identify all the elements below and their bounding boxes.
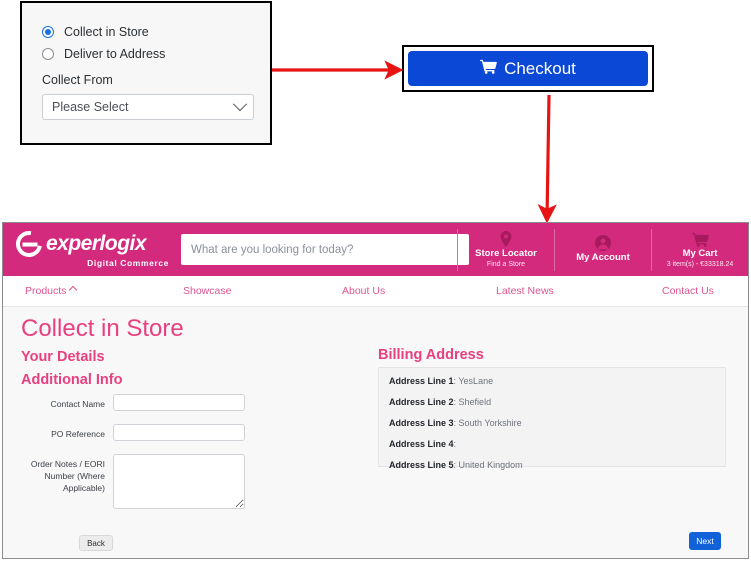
nav-item-latest-news[interactable]: Latest News bbox=[496, 285, 554, 297]
site-header: experlogix Digital Commerce Store Locato… bbox=[3, 223, 748, 276]
collect-from-label: Collect From bbox=[42, 73, 270, 87]
experlogix-e-icon bbox=[11, 226, 47, 262]
address-line: Address Line 2: Shefield bbox=[389, 397, 715, 407]
header-action-store-locator[interactable]: Store Locator Find a Store bbox=[457, 229, 554, 271]
form-row-contact-name: Contact Name bbox=[23, 394, 245, 411]
header-action-title: My Cart bbox=[683, 248, 718, 259]
radio-label-deliver-to-address: Deliver to Address bbox=[64, 47, 165, 61]
nav-item-label: Contact Us bbox=[662, 285, 714, 297]
form-label-order-notes: Order Notes / EORI Number (Where Applica… bbox=[23, 454, 113, 494]
header-action-title: My Account bbox=[576, 252, 629, 263]
shopping-cart-icon bbox=[692, 232, 709, 247]
nav-item-showcase[interactable]: Showcase bbox=[183, 285, 231, 297]
back-button[interactable]: Back bbox=[79, 535, 113, 551]
site-nav: Products Showcase About Us Latest News C… bbox=[3, 276, 748, 307]
nav-item-label: Showcase bbox=[183, 285, 231, 297]
brand-logo[interactable]: experlogix Digital Commerce bbox=[3, 231, 173, 268]
radio-collect-in-store[interactable] bbox=[42, 26, 54, 38]
collect-from-select-value: Please Select bbox=[52, 100, 128, 114]
form-row-order-notes: Order Notes / EORI Number (Where Applica… bbox=[23, 454, 245, 509]
header-action-sub: 3 item(s) - €33318.24 bbox=[667, 261, 734, 268]
collect-from-select[interactable]: Please Select bbox=[42, 94, 254, 120]
nav-item-products[interactable]: Products bbox=[25, 285, 76, 297]
form-label-contact-name: Contact Name bbox=[23, 394, 113, 410]
checkout-button-label: Checkout bbox=[504, 59, 576, 79]
address-line: Address Line 4: bbox=[389, 439, 715, 449]
radio-row-collect-in-store[interactable]: Collect in Store bbox=[42, 21, 270, 43]
section-title-billing-address: Billing Address bbox=[378, 347, 484, 363]
nav-item-label: About Us bbox=[342, 285, 385, 297]
address-line-label: Address Line 2 bbox=[389, 397, 454, 407]
po-reference-input[interactable] bbox=[113, 424, 245, 441]
form-row-po-reference: PO Reference bbox=[23, 424, 245, 441]
chevron-down-icon bbox=[233, 97, 247, 111]
header-action-title: Store Locator bbox=[475, 248, 537, 259]
radio-deliver-to-address[interactable] bbox=[42, 48, 54, 60]
checkout-callout-box: Checkout bbox=[402, 45, 654, 92]
address-line-label: Address Line 5 bbox=[389, 460, 454, 470]
user-account-icon bbox=[595, 235, 611, 251]
delivery-option-panel: Collect in Store Deliver to Address Coll… bbox=[20, 1, 272, 145]
shopping-cart-icon bbox=[480, 59, 497, 79]
address-line: Address Line 5: United Kingdom bbox=[389, 460, 715, 470]
header-action-my-account[interactable]: My Account bbox=[554, 229, 651, 271]
brand-name: experlogix bbox=[46, 232, 146, 256]
radio-row-deliver-to-address[interactable]: Deliver to Address bbox=[42, 43, 270, 65]
nav-item-label: Latest News bbox=[496, 285, 554, 297]
page-title: Collect in Store bbox=[21, 315, 184, 343]
header-actions: Store Locator Find a Store My Account bbox=[457, 223, 748, 276]
section-title-your-details: Your Details bbox=[21, 349, 105, 365]
form-label-po-reference: PO Reference bbox=[23, 424, 113, 440]
brand-tagline: Digital Commerce bbox=[16, 258, 173, 268]
address-line-value: South Yorkshire bbox=[459, 418, 522, 428]
order-notes-textarea[interactable] bbox=[113, 454, 245, 509]
address-line-label: Address Line 4 bbox=[389, 439, 454, 449]
location-pin-icon bbox=[499, 231, 513, 247]
billing-address-card: Address Line 1: YesLane Address Line 2: … bbox=[378, 367, 726, 467]
site-body: Collect in Store Your Details Additional… bbox=[3, 307, 748, 559]
arrow-checkout-to-site bbox=[547, 95, 549, 219]
checkout-button[interactable]: Checkout bbox=[408, 51, 648, 86]
address-line: Address Line 3: South Yorkshire bbox=[389, 418, 715, 428]
nav-item-label: Products bbox=[25, 285, 66, 297]
address-line-label: Address Line 1 bbox=[389, 376, 454, 386]
header-action-sub: Find a Store bbox=[487, 261, 525, 268]
next-button[interactable]: Next bbox=[689, 532, 721, 550]
address-line-value: Shefield bbox=[459, 397, 492, 407]
address-line-value: YesLane bbox=[458, 376, 493, 386]
search-box[interactable] bbox=[181, 234, 469, 265]
address-line: Address Line 1: YesLane bbox=[389, 376, 715, 386]
nav-item-about-us[interactable]: About Us bbox=[342, 285, 385, 297]
contact-name-input[interactable] bbox=[113, 394, 245, 411]
nav-item-contact-us[interactable]: Contact Us bbox=[662, 285, 714, 297]
header-action-my-cart[interactable]: My Cart 3 item(s) - €33318.24 bbox=[651, 229, 748, 271]
section-title-additional-info: Additional Info bbox=[21, 372, 122, 388]
address-line-label: Address Line 3 bbox=[389, 418, 454, 428]
chevron-up-icon bbox=[69, 286, 77, 294]
website-screenshot: experlogix Digital Commerce Store Locato… bbox=[2, 222, 749, 559]
search-input[interactable] bbox=[181, 234, 469, 265]
radio-label-collect-in-store: Collect in Store bbox=[64, 25, 149, 39]
address-line-value: United Kingdom bbox=[459, 460, 523, 470]
